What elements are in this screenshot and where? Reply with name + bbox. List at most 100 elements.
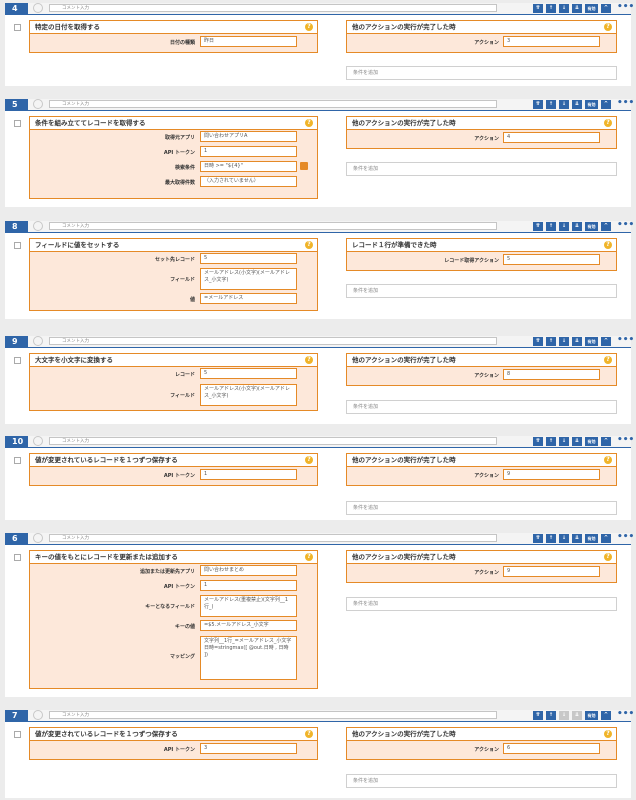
- move-up-button[interactable]: ↑: [546, 222, 556, 231]
- collapse-button[interactable]: ^: [601, 222, 611, 231]
- move-top-button[interactable]: ⇈: [533, 337, 543, 346]
- more-menu-icon[interactable]: •••: [617, 336, 634, 347]
- move-bottom-button[interactable]: ⇊: [572, 437, 582, 446]
- collapse-button[interactable]: ^: [601, 100, 611, 109]
- field-value[interactable]: 5: [200, 368, 297, 379]
- collapse-button[interactable]: ^: [601, 534, 611, 543]
- field-value[interactable]: 問い合わせまとめ: [200, 565, 297, 576]
- comment-input[interactable]: コメント入力: [49, 534, 497, 542]
- help-icon[interactable]: ?: [604, 553, 612, 561]
- field-value[interactable]: 3: [503, 36, 600, 47]
- field-value[interactable]: メールアドレス(小文字)(メールアドレス_小文字): [200, 384, 297, 406]
- move-down-button[interactable]: ↓: [559, 437, 569, 446]
- move-bottom-button[interactable]: ⇊: [572, 534, 582, 543]
- status-circle-icon[interactable]: [33, 3, 43, 13]
- help-icon[interactable]: ?: [305, 730, 313, 738]
- help-icon[interactable]: ?: [604, 730, 612, 738]
- move-down-button[interactable]: ↓: [559, 100, 569, 109]
- field-value[interactable]: 5: [503, 254, 600, 265]
- move-down-button[interactable]: ↓: [559, 337, 569, 346]
- status-circle-icon[interactable]: [33, 99, 43, 109]
- field-value[interactable]: 4: [503, 132, 600, 143]
- field-value[interactable]: 1: [200, 469, 297, 480]
- add-condition-button[interactable]: 条件を追加: [346, 162, 617, 176]
- move-top-button[interactable]: ⇈: [533, 711, 543, 720]
- add-condition-button[interactable]: 条件を追加: [346, 66, 617, 80]
- help-icon[interactable]: ?: [604, 119, 612, 127]
- comment-input[interactable]: コメント入力: [49, 711, 497, 719]
- move-top-button[interactable]: ⇈: [533, 534, 543, 543]
- move-bottom-button[interactable]: ⇊: [572, 100, 582, 109]
- help-icon[interactable]: ?: [305, 241, 313, 249]
- field-value[interactable]: 9: [503, 566, 600, 577]
- status-circle-icon[interactable]: [33, 533, 43, 543]
- move-down-button[interactable]: ↓: [559, 222, 569, 231]
- field-value[interactable]: =メールアドレス: [200, 293, 297, 304]
- help-icon[interactable]: ?: [604, 356, 612, 364]
- help-icon[interactable]: ?: [305, 119, 313, 127]
- field-value[interactable]: （入力されていません）: [200, 176, 297, 187]
- comment-input[interactable]: コメント入力: [49, 100, 497, 108]
- comment-input[interactable]: コメント入力: [49, 4, 497, 12]
- field-value[interactable]: メールアドレス(重複禁止)(文字列__1行_): [200, 595, 297, 617]
- move-up-button[interactable]: ↑: [546, 534, 556, 543]
- field-value[interactable]: 1: [200, 580, 297, 591]
- help-icon[interactable]: ?: [604, 23, 612, 31]
- add-condition-button[interactable]: 条件を追加: [346, 597, 617, 611]
- more-menu-icon[interactable]: •••: [617, 436, 634, 447]
- add-condition-button[interactable]: 条件を追加: [346, 284, 617, 298]
- more-menu-icon[interactable]: •••: [617, 533, 634, 544]
- field-value[interactable]: 文字列__1行_=メールアドレス_小文字 日時=stringmax([ @out…: [200, 636, 297, 680]
- comment-input[interactable]: コメント入力: [49, 222, 497, 230]
- collapse-button[interactable]: ^: [601, 4, 611, 13]
- select-checkbox[interactable]: [14, 24, 21, 31]
- move-up-button[interactable]: ↑: [546, 337, 556, 346]
- more-menu-icon[interactable]: •••: [617, 3, 634, 14]
- enabled-toggle[interactable]: 有効: [585, 337, 598, 346]
- move-top-button[interactable]: ⇈: [533, 437, 543, 446]
- status-circle-icon[interactable]: [33, 710, 43, 720]
- select-checkbox[interactable]: [14, 457, 21, 464]
- field-value[interactable]: 6: [503, 743, 600, 754]
- more-menu-icon[interactable]: •••: [617, 221, 634, 232]
- help-icon[interactable]: ?: [305, 553, 313, 561]
- field-value[interactable]: 問い合わせアプリA: [200, 131, 297, 142]
- status-circle-icon[interactable]: [33, 221, 43, 231]
- move-top-button[interactable]: ⇈: [533, 222, 543, 231]
- add-condition-button[interactable]: 条件を追加: [346, 400, 617, 414]
- field-value[interactable]: 9: [503, 469, 600, 480]
- move-up-button[interactable]: ↑: [546, 711, 556, 720]
- enabled-toggle[interactable]: 有効: [585, 4, 598, 13]
- select-checkbox[interactable]: [14, 357, 21, 364]
- status-circle-icon[interactable]: [33, 436, 43, 446]
- field-value[interactable]: メールアドレス(小文字)(メールアドレス_小文字): [200, 268, 297, 290]
- field-value[interactable]: =$5.メールアドレス_小文字: [200, 620, 297, 631]
- move-up-button[interactable]: ↑: [546, 4, 556, 13]
- more-menu-icon[interactable]: •••: [617, 99, 634, 110]
- enabled-toggle[interactable]: 有効: [585, 437, 598, 446]
- move-up-button[interactable]: ↑: [546, 100, 556, 109]
- move-bottom-button[interactable]: ⇊: [572, 4, 582, 13]
- more-menu-icon[interactable]: •••: [617, 710, 634, 721]
- move-top-button[interactable]: ⇈: [533, 100, 543, 109]
- select-checkbox[interactable]: [14, 120, 21, 127]
- enabled-toggle[interactable]: 有効: [585, 711, 598, 720]
- collapse-button[interactable]: ^: [601, 437, 611, 446]
- help-icon[interactable]: ?: [305, 23, 313, 31]
- enabled-toggle[interactable]: 有効: [585, 534, 598, 543]
- enabled-toggle[interactable]: 有効: [585, 100, 598, 109]
- move-up-button[interactable]: ↑: [546, 437, 556, 446]
- collapse-button[interactable]: ^: [601, 711, 611, 720]
- field-value[interactable]: 昨日: [200, 36, 297, 47]
- help-icon[interactable]: ?: [604, 456, 612, 464]
- help-icon[interactable]: ?: [305, 456, 313, 464]
- add-condition-button[interactable]: 条件を追加: [346, 501, 617, 515]
- field-value[interactable]: 1: [200, 146, 297, 157]
- help-icon[interactable]: ?: [604, 241, 612, 249]
- move-top-button[interactable]: ⇈: [533, 4, 543, 13]
- move-down-button[interactable]: ↓: [559, 534, 569, 543]
- field-value[interactable]: 5: [200, 253, 297, 264]
- move-down-button[interactable]: ↓: [559, 711, 569, 720]
- help-icon[interactable]: ?: [305, 356, 313, 364]
- field-value[interactable]: 日時 >= "${4}": [200, 161, 297, 172]
